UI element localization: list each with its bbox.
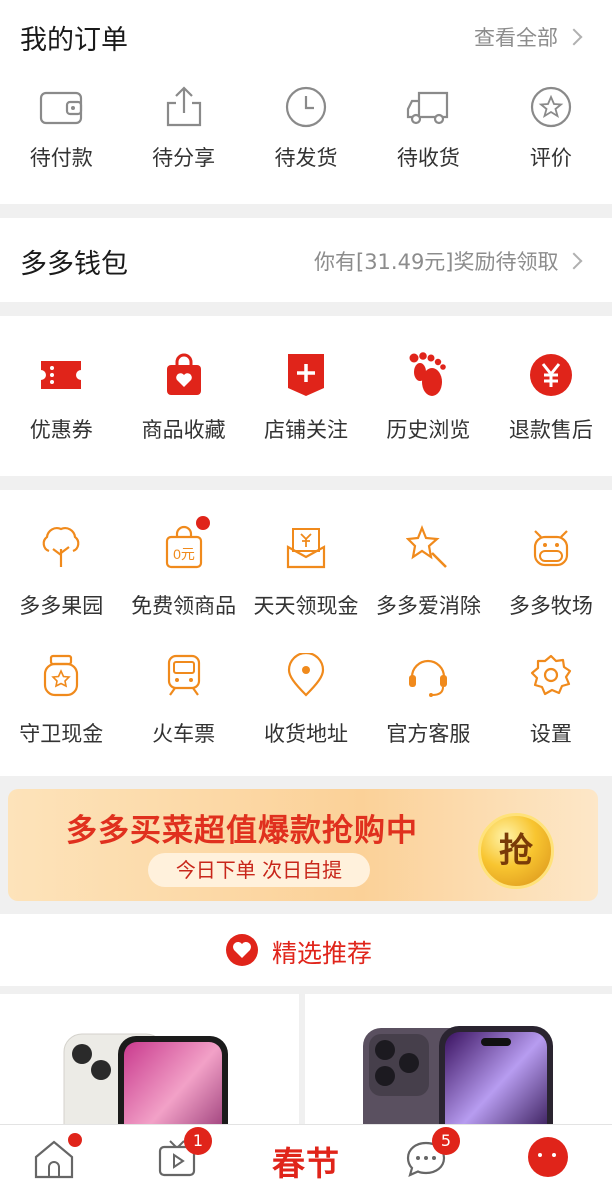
tab-profile[interactable] [528,1137,572,1181]
orders-section: 我的订单 查看全部 待付款 待分享 待发货 待收货 评价 [0,0,612,204]
orders-title: 我的订单 [20,25,128,56]
order-item-label: 待分享 [152,146,216,170]
customer-service[interactable]: 官方客服 [367,650,489,770]
favorites-shortcut[interactable]: 商品收藏 [122,350,244,470]
match-game-service[interactable]: 多多爱消除 [367,522,489,642]
star-wand-icon [403,522,453,572]
grab-coin-button[interactable]: 抢 [478,813,554,889]
jar-icon [36,650,86,700]
guard-cash-service[interactable]: 守卫现金 [0,650,122,770]
spring-festival-label: 春节 [272,1144,340,1183]
shortcut-label: 店铺关注 [264,418,349,442]
truck-icon [403,82,453,132]
grocery-promo-banner[interactable]: 多多买菜超值爆款抢购中 今日下单 次日自提 抢 [8,789,598,901]
coupon-icon [36,350,86,400]
refund-shortcut[interactable]: 退款售后 [490,350,612,470]
gear-icon [526,650,576,700]
tab-messages[interactable]: 5 [404,1127,460,1181]
recommend-header: 精选推荐 [0,914,612,986]
location-icon [281,650,331,700]
service-label: 多多果园 [19,594,104,618]
daily-cash-service[interactable]: 天天领现金 [245,522,367,642]
service-label: 天天领现金 [253,594,359,618]
wallet-section[interactable]: 多多钱包 你有[31.49元]奖励待领取 [0,218,612,302]
chevron-right-icon [565,252,583,270]
address-service[interactable]: 收货地址 [245,650,367,770]
service-label: 火车票 [152,722,216,746]
shortcuts-section: 优惠券 商品收藏 店铺关注 历史浏览 退款售后 [0,316,612,476]
free-bag-icon-text: 0元 [173,546,195,562]
headset-icon [403,650,453,700]
product-image [363,1026,553,1134]
footprint-icon [403,350,453,400]
chat-badge: 5 [432,1127,460,1155]
video-badge: 1 [184,1127,212,1155]
wallet-icon [36,82,86,132]
coupon-shortcut[interactable]: 优惠券 [0,350,122,470]
service-label: 守卫现金 [19,722,104,746]
view-all-orders-link[interactable]: 查看全部 [474,22,558,52]
banner-subtitle: 今日下单 次日自提 [148,853,370,887]
service-label: 免费领商品 [131,594,237,618]
wallet-reward-text[interactable]: 你有[31.49元]奖励待领取 [314,246,559,276]
order-item-label: 待收货 [396,146,460,170]
ranch-service[interactable]: 多多牧场 [490,522,612,642]
shortcut-label: 优惠券 [29,418,93,442]
orchard-service[interactable]: 多多果园 [0,522,122,642]
order-pending-receipt[interactable]: 待收货 [367,82,489,202]
service-label: 收货地址 [264,722,349,746]
recommend-label: 精选推荐 [272,939,373,968]
star-bubble-icon [526,82,576,132]
cash-envelope-icon [281,522,331,572]
followed-shops-shortcut[interactable]: 店铺关注 [245,350,367,470]
service-label: 设置 [529,722,572,746]
settings-service[interactable]: 设置 [490,650,612,770]
shopping-bag-heart-icon [159,350,209,400]
service-label: 多多牧场 [508,594,593,618]
services-section: 多多果园 0元 免费领商品 天天领现金 多多爱消除 多多牧场 守卫现金 火车票 … [0,490,612,776]
notification-dot [68,1133,82,1147]
tab-video[interactable]: 1 [156,1127,212,1181]
history-shortcut[interactable]: 历史浏览 [367,350,489,470]
share-icon [159,82,209,132]
cow-icon [526,522,576,572]
tab-spring-festival[interactable]: 春节 [262,1137,350,1186]
train-icon [159,650,209,700]
order-pending-payment[interactable]: 待付款 [0,82,122,202]
service-label: 官方客服 [386,722,471,746]
wallet-title: 多多钱包 [20,249,128,280]
tab-home[interactable] [32,1133,82,1181]
bottom-tab-bar: 1 春节 5 [0,1124,612,1186]
shortcut-label: 历史浏览 [386,418,471,442]
order-item-label: 待付款 [29,146,93,170]
shortcut-label: 商品收藏 [141,418,226,442]
banner-headline: 多多买菜超值爆款抢购中 [66,813,418,849]
chevron-right-icon [565,28,583,46]
free-goods-service[interactable]: 0元 免费领商品 [122,516,244,642]
shop-plus-icon [281,350,331,400]
service-label: 多多爱消除 [375,594,481,618]
yen-circle-icon [526,350,576,400]
order-pending-shipment[interactable]: 待发货 [245,82,367,202]
train-tickets-service[interactable]: 火车票 [122,650,244,770]
tree-icon [36,522,86,572]
clock-icon [281,82,331,132]
order-item-label: 评价 [529,146,572,170]
avatar [528,1137,568,1177]
order-pending-share[interactable]: 待分享 [122,82,244,202]
order-item-label: 待发货 [274,146,338,170]
product-card[interactable] [305,994,612,1134]
product-card[interactable] [0,994,299,1134]
order-review[interactable]: 评价 [490,82,612,202]
shortcut-label: 退款售后 [508,418,593,442]
heart-icon [226,934,258,966]
product-image [63,1033,228,1134]
